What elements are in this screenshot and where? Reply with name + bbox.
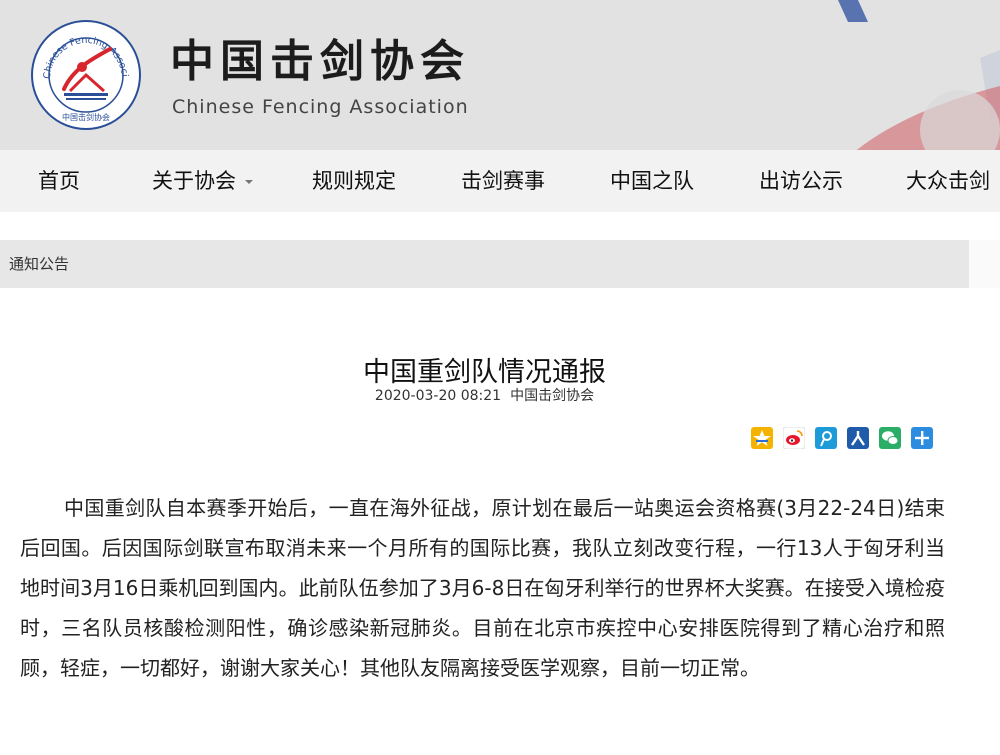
nav-item-label: 规则规定: [312, 169, 396, 193]
cut-off-text-line: ​: [20, 746, 150, 755]
weibo-share-icon[interactable]: [783, 427, 805, 449]
article-datetime: 2020-03-20 08:21: [374, 388, 502, 404]
header-decoration: [838, 0, 1000, 150]
logo-bottom-text: 中国击剑协会: [62, 112, 110, 122]
qzone-share-icon[interactable]: [751, 427, 773, 449]
association-logo: Chinese Fencing Association 中国击剑协会: [30, 19, 141, 130]
article-title: 中国重剑队情况通报: [363, 357, 606, 389]
nav-item-rules[interactable]: 规则规定: [312, 150, 396, 212]
nav-item-label: 大众击剑: [906, 169, 990, 193]
article-source: 中国击剑协会: [510, 388, 595, 404]
nav-item-public-fencing[interactable]: 大众击剑: [906, 150, 990, 212]
article-meta: 2020-03-20 08:21 中国击剑协会: [0, 385, 969, 405]
nav-item-about[interactable]: 关于协会: [152, 150, 253, 212]
nav-item-label: 中国之队: [610, 169, 694, 193]
nav-item-visit-notice[interactable]: 出访公示: [759, 150, 843, 212]
renren-share-icon[interactable]: [847, 427, 869, 449]
nav-item-label: 击剑赛事: [461, 169, 545, 193]
tencent-weibo-share-icon[interactable]: [815, 427, 837, 449]
site-header: Chinese Fencing Association 中国击剑协会 中国击剑协…: [0, 0, 1000, 150]
nav-item-home[interactable]: 首页: [38, 150, 80, 212]
nav-item-national-team[interactable]: 中国之队: [610, 150, 694, 212]
nav-item-label: 出访公示: [759, 169, 843, 193]
chevron-down-icon: [245, 180, 253, 184]
breadcrumb-link[interactable]: 通知公告: [9, 240, 69, 288]
article-body: 中国重剑队自本赛季开始后，一直在海外征战，原计划在最后一站奥运会资格赛(3月22…: [20, 496, 945, 680]
site-subtitle: Chinese Fencing Association: [172, 96, 469, 118]
nav-item-events[interactable]: 击剑赛事: [461, 150, 545, 212]
nav-item-label: 关于协会: [152, 169, 236, 193]
site-title[interactable]: 中国击剑协会: [170, 34, 470, 90]
page-gutter: [969, 240, 1000, 288]
main-nav: 首页 关于协会 规则规定 击剑赛事 中国之队 出访公示 大众击剑: [0, 150, 1000, 212]
nav-item-label: 首页: [38, 169, 80, 193]
wechat-share-icon[interactable]: [879, 427, 901, 449]
breadcrumb: 通知公告: [0, 240, 969, 288]
more-share-icon[interactable]: [911, 427, 933, 449]
